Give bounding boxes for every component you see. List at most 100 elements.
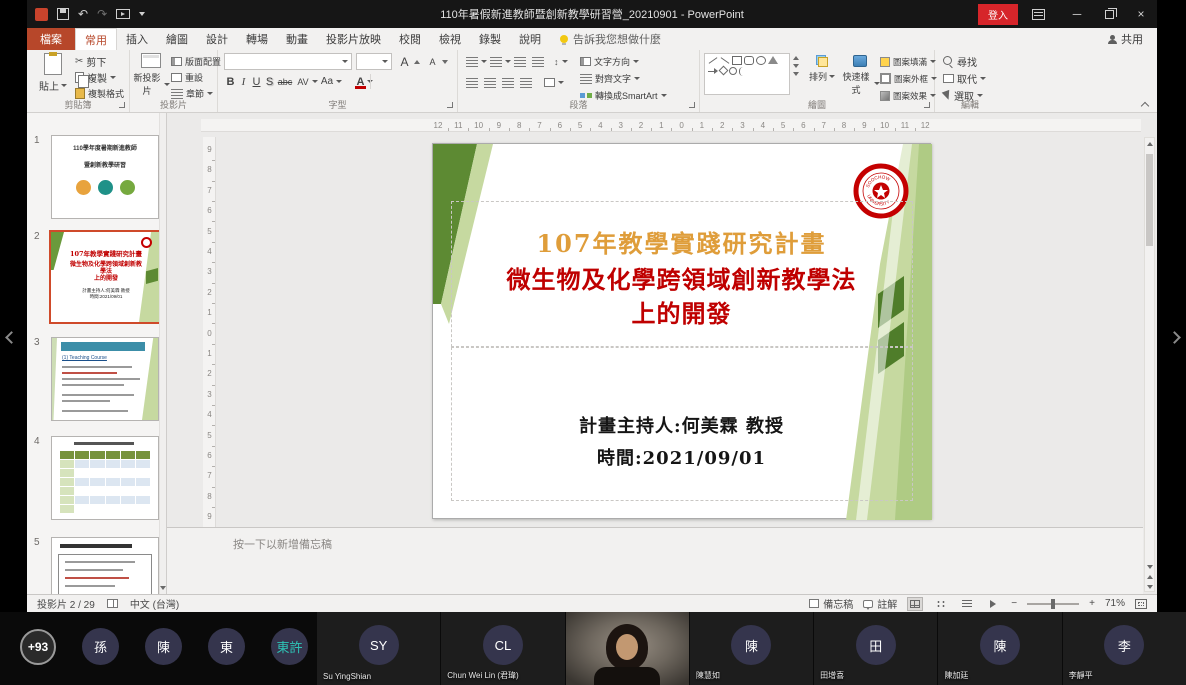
signin-button[interactable]: 登入 (978, 4, 1018, 25)
numbering-button[interactable] (490, 54, 511, 69)
close-button[interactable]: × (1125, 0, 1157, 28)
participant-tile[interactable]: SYSu YingShian (317, 612, 440, 685)
strikethrough-button[interactable]: abc (276, 74, 294, 89)
overflow-count-badge[interactable]: +93 (20, 629, 56, 665)
next-arrow-icon[interactable] (1172, 332, 1182, 342)
slide-title[interactable]: 107年教學實踐研究計畫 (433, 224, 930, 259)
ribbon-display-options-icon[interactable] (1032, 9, 1045, 20)
collapse-ribbon-button[interactable] (1141, 100, 1149, 108)
line-shape-icon[interactable] (708, 56, 718, 65)
quick-styles-button[interactable]: 快速樣式 (840, 55, 880, 96)
diamond-shape-icon[interactable] (719, 66, 729, 76)
tab-設計[interactable]: 設計 (197, 28, 237, 50)
scrollbar-thumb[interactable] (1146, 154, 1153, 246)
next-slide-icon[interactable] (1147, 585, 1153, 589)
zoom-in-button[interactable]: + (1089, 598, 1095, 609)
participant-tile[interactable]: 李李靜平 (1063, 612, 1186, 685)
customize-qat-icon[interactable] (139, 12, 145, 16)
new-slide-button[interactable]: 新投影片 (132, 53, 170, 97)
share-button[interactable]: 共用 (1108, 28, 1157, 50)
participant-tile[interactable]: CLChun Wei Lin (君瑋) (441, 612, 564, 685)
paste-button[interactable]: 貼上 (35, 53, 71, 93)
notes-placeholder[interactable]: 按一下以新增備忘稿 (233, 536, 332, 552)
decrease-indent-button[interactable] (514, 54, 526, 69)
comments-toggle[interactable]: 註解 (863, 596, 897, 611)
align-center-button[interactable] (484, 75, 496, 90)
reset-button[interactable]: 重設 (171, 70, 203, 85)
slideshow-view-button[interactable] (985, 597, 1001, 611)
previous-arrow-icon[interactable] (4, 332, 14, 342)
reading-view-button[interactable] (959, 597, 975, 611)
scroll-down-icon[interactable] (1147, 565, 1153, 569)
drawing-dialog-launcher[interactable] (923, 101, 932, 110)
save-icon[interactable] (57, 8, 69, 20)
participant-tile[interactable]: 陳陳慧如 (690, 612, 813, 685)
tab-繪圖[interactable]: 繪圖 (157, 28, 197, 50)
notes-toggle[interactable]: 備忘稿 (809, 596, 853, 611)
language-indicator[interactable]: 中文 (台灣) (130, 596, 179, 611)
slide-subtitle-line2[interactable]: 上的開發 (433, 294, 930, 329)
paragraph-dialog-launcher[interactable] (688, 101, 697, 110)
italic-button[interactable]: I (237, 74, 250, 89)
start-slideshow-icon[interactable] (116, 9, 130, 19)
shapes-gallery[interactable] (704, 53, 790, 95)
layout-button[interactable]: 版面配置 (171, 54, 221, 69)
rect-shape-icon[interactable] (732, 56, 742, 65)
text-shadow-button[interactable]: S (263, 74, 276, 89)
columns-button[interactable] (544, 75, 564, 90)
circle-shape-icon[interactable] (729, 67, 737, 75)
normal-view-button[interactable] (907, 597, 923, 611)
shape-outline-button[interactable]: 圖案外框 (880, 71, 937, 86)
tab-投影片放映[interactable]: 投影片放映 (317, 28, 390, 50)
participant-avatar[interactable]: 東 (208, 628, 245, 665)
slide-canvas[interactable]: SOOCHOW UNIVERSITY 107年教學實踐研究計畫 微生物及化學跨領… (432, 143, 931, 519)
find-button[interactable]: 尋找 (943, 54, 977, 69)
copy-button[interactable]: 複製 (75, 70, 116, 85)
tab-動畫[interactable]: 動畫 (277, 28, 317, 50)
slide-date-text[interactable]: 時間:2021/09/01 (433, 444, 930, 470)
participant-video-tile[interactable] (566, 612, 689, 685)
participant-avatar[interactable]: 孫 (82, 628, 119, 665)
fit-to-window-icon[interactable] (1135, 599, 1147, 609)
change-case-button[interactable]: Aa (318, 74, 336, 89)
tab-插入[interactable]: 插入 (117, 28, 157, 50)
slide-thumbnail-2-selected[interactable]: 107年教學實踐研究計畫 微生物及化學跨領域創新教學法上的開發 計畫主持人:何美… (49, 230, 163, 324)
bullets-button[interactable] (466, 54, 487, 69)
font-name-combo[interactable] (224, 53, 352, 70)
align-right-button[interactable] (502, 75, 514, 90)
font-color-button[interactable]: A (354, 74, 367, 89)
shape-fill-button[interactable]: 圖案填滿 (880, 54, 936, 69)
arrange-button[interactable]: 排列 (804, 55, 840, 83)
previous-slide-icon[interactable] (1147, 575, 1153, 579)
arrow-shape-icon[interactable] (708, 67, 718, 76)
participant-avatar[interactable]: 陳 (145, 628, 182, 665)
tab-檔案[interactable]: 檔案 (27, 28, 75, 50)
text-direction-button[interactable]: 文字方向 (580, 54, 639, 69)
redo-icon[interactable]: ↷ (97, 8, 107, 20)
round-shape-icon[interactable] (744, 56, 754, 65)
oval-shape-icon[interactable] (756, 56, 766, 65)
zoom-slider-knob[interactable] (1051, 599, 1055, 609)
slide-thumbnail-5[interactable] (51, 537, 159, 594)
minimize-button[interactable]: ─ (1061, 0, 1093, 28)
character-spacing-button[interactable]: AV (294, 74, 312, 89)
undo-icon[interactable]: ↶ (78, 8, 88, 20)
zoom-level[interactable]: 71% (1105, 598, 1125, 609)
slide-thumbnail-4[interactable] (51, 436, 159, 520)
participant-tile[interactable]: 田田增喜 (814, 612, 937, 685)
align-text-button[interactable]: 對齊文字 (580, 71, 640, 86)
notes-pane[interactable]: 按一下以新增備忘稿 (167, 527, 1143, 594)
line-spacing-button[interactable]: ↕ (554, 54, 568, 69)
tab-校閱[interactable]: 校閱 (390, 28, 430, 50)
tab-說明[interactable]: 說明 (510, 28, 550, 50)
replace-button[interactable]: 取代 (943, 71, 986, 86)
slide-thumbnail-3[interactable]: (1) Teaching Course (51, 337, 159, 421)
slide-sorter-view-button[interactable] (933, 597, 949, 611)
backslash-shape-icon[interactable] (720, 56, 730, 65)
tab-常用[interactable]: 常用 (75, 28, 117, 50)
tell-me-box[interactable]: 告訴我您想做什麼 (560, 28, 661, 50)
zoom-out-button[interactable]: − (1011, 598, 1017, 609)
underline-button[interactable]: U (250, 74, 263, 89)
vertical-scrollbar[interactable] (1144, 137, 1155, 592)
shrink-font-button[interactable]: A (426, 54, 448, 69)
